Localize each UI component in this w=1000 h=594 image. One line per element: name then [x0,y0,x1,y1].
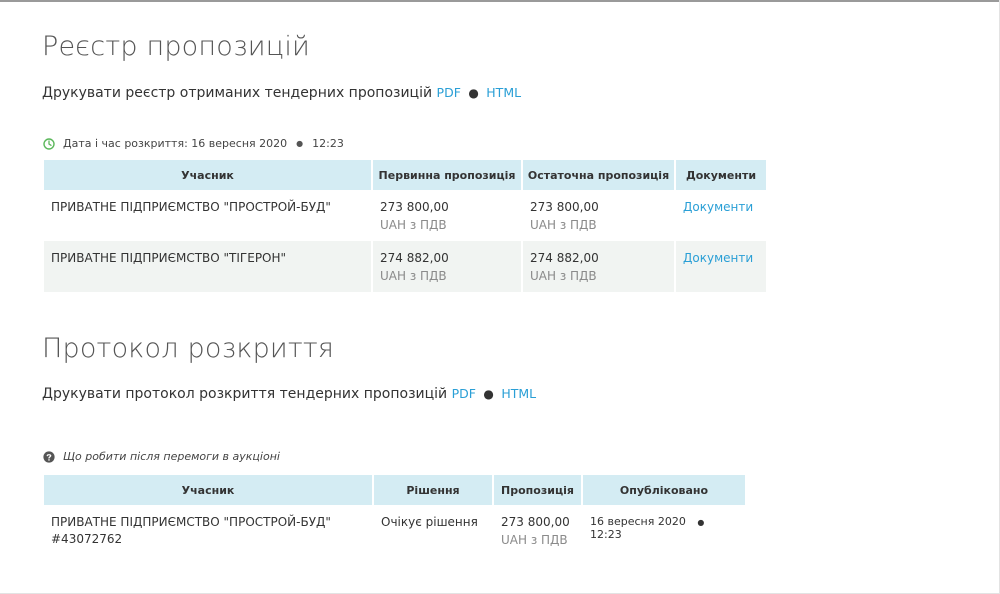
col-offer: Пропозиція [494,475,581,505]
bullet: ● [697,518,705,527]
currency-note: UAH з ПДВ [380,269,447,283]
registry-print-line: Друкувати реєстр отриманих тендерних про… [42,85,521,101]
protocol-table: Учасник Рішення Пропозиція Опубліковано … [42,475,747,565]
currency-note: UAH з ПДВ [530,218,597,232]
col-participant: Учасник [44,160,371,190]
table-row: ПРИВАТНЕ ПІДПРИЄМСТВО "ПРОСТРОЙ-БУД" #43… [44,505,745,565]
col-initial-offer: Первинна пропозиція [373,160,521,190]
participant-name: ПРИВАТНЕ ПІДПРИЄМСТВО "ТІГЕРОН" [44,241,371,292]
protocol-header-row: Учасник Рішення Пропозиція Опубліковано [44,475,745,505]
opening-datetime: Дата і час розкриття: 16 вересня 2020 ● … [43,137,344,150]
clock-icon [43,137,55,150]
protocol-pdf-link[interactable]: PDF [452,386,476,401]
documents-cell: Документи [676,241,766,292]
participant-code: #43072762 [51,532,123,546]
documents-cell: Документи [676,190,766,241]
col-decision: Рішення [374,475,492,505]
opening-date-label: Дата і час розкриття: 16 вересня 2020 [63,137,288,150]
registry-header-row: Учасник Первинна пропозиція Остаточна пр… [44,160,766,190]
col-documents: Документи [676,160,766,190]
initial-offer-amount: 273 800,00 [380,200,449,214]
published-time: 12:23 [590,528,622,541]
separator-dot: ● [483,387,494,401]
published-cell: 16 вересня 2020 ● 12:23 [583,505,745,565]
registry-html-link[interactable]: HTML [486,85,521,100]
currency-note: UAH з ПДВ [530,269,597,283]
decision-status: Очікує рішення [381,515,478,529]
participant-cell: ПРИВАТНЕ ПІДПРИЄМСТВО "ПРОСТРОЙ-БУД" #43… [44,505,372,565]
registry-print-text: Друкувати реєстр отриманих тендерних про… [42,85,433,101]
col-final-offer: Остаточна пропозиція [523,160,674,190]
top-border [0,0,1000,2]
opening-time: 12:23 [312,137,344,150]
final-offer-amount: 273 800,00 [530,200,599,214]
final-offer-amount: 274 882,00 [530,251,599,265]
offer-amount: 273 800,00 [501,515,570,529]
protocol-html-link[interactable]: HTML [501,386,536,401]
col-participant: Учасник [44,475,372,505]
final-offer-cell: 274 882,00 UAH з ПДВ [523,241,674,292]
initial-offer-amount: 274 882,00 [380,251,449,265]
documents-link[interactable]: Документи [683,200,753,214]
table-row: ПРИВАТНЕ ПІДПРИЄМСТВО "ПРОСТРОЙ-БУД" 273… [44,190,766,241]
final-offer-cell: 273 800,00 UAH з ПДВ [523,190,674,241]
protocol-print-text: Друкувати протокол розкриття тендерних п… [42,386,448,402]
published-date: 16 вересня 2020 [590,515,686,528]
participant-name: ПРИВАТНЕ ПІДПРИЄМСТВО "ПРОСТРОЙ-БУД" [51,200,331,214]
participant-name: ПРИВАТНЕ ПІДПРИЄМСТВО "ПРОСТРОЙ-БУД" [51,515,331,529]
col-published: Опубліковано [583,475,745,505]
protocol-title: Протокол розкриття [42,333,335,364]
registry-pdf-link[interactable]: PDF [437,85,461,100]
table-row: ПРИВАТНЕ ПІДПРИЄМСТВО "ТІГЕРОН" 274 882,… [44,241,766,292]
currency-note: UAH з ПДВ [501,533,568,547]
protocol-print-line: Друкувати протокол розкриття тендерних п… [42,386,536,402]
bullet: ● [296,139,304,148]
help-link[interactable]: Що робити після перемоги в аукціоні [43,450,280,463]
documents-link[interactable]: Документи [683,251,753,265]
initial-offer-cell: 273 800,00 UAH з ПДВ [373,190,521,241]
offer-cell: 273 800,00 UAH з ПДВ [494,505,581,565]
separator-dot: ● [468,86,479,100]
registry-title: Реєстр пропозицій [42,31,311,62]
question-circle-icon [43,450,55,463]
currency-note: UAH з ПДВ [380,218,447,232]
initial-offer-cell: 274 882,00 UAH з ПДВ [373,241,521,292]
help-text: Що робити після перемоги в аукціоні [63,450,280,463]
registry-table: Учасник Первинна пропозиція Остаточна пр… [42,160,768,292]
